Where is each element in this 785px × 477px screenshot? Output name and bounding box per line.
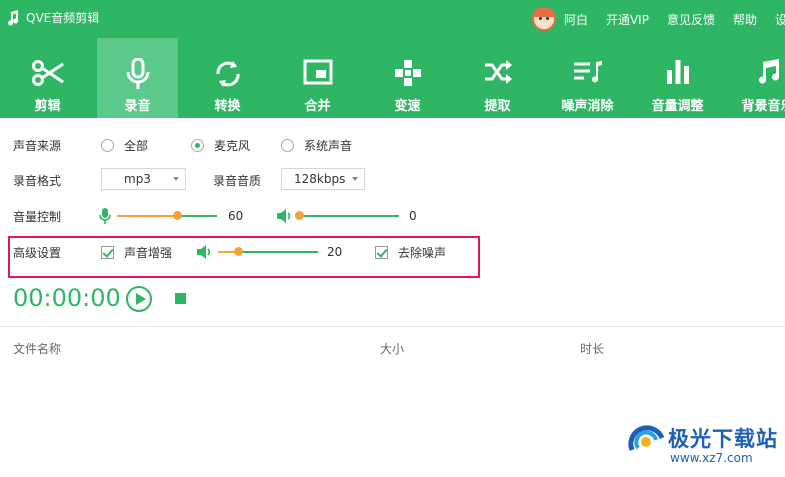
- slider-knob[interactable]: [295, 211, 304, 220]
- slider-fill: [117, 215, 177, 217]
- tool-volume-label: 音量调整: [651, 99, 704, 114]
- tool-denoise-label: 噪声消除: [561, 99, 614, 114]
- stop-button[interactable]: [175, 293, 186, 304]
- tool-record[interactable]: 录音: [97, 38, 178, 118]
- radio-all-dot[interactable]: [101, 138, 114, 152]
- enhance-checkbox[interactable]: 声音增强: [101, 244, 172, 261]
- tool-merge[interactable]: 合并: [277, 38, 358, 118]
- radio-all[interactable]: 全部: [101, 137, 148, 154]
- slider-track: [299, 215, 399, 217]
- tool-speed[interactable]: 变速: [367, 38, 448, 118]
- enhance-checkbox-box[interactable]: [101, 245, 114, 259]
- volume-label: 音量控制: [13, 209, 62, 224]
- volume-bars-icon: [666, 60, 689, 84]
- username-link[interactable]: 阿白: [564, 11, 588, 28]
- vip-link[interactable]: 开通VIP: [606, 11, 649, 28]
- tool-bgm[interactable]: 背景音乐: [727, 38, 785, 118]
- advanced-label: 高级设置: [13, 245, 62, 260]
- quality-select-value: 128kbps: [294, 172, 346, 186]
- tool-extract[interactable]: 提取: [457, 38, 538, 118]
- format-label: 录音格式: [13, 173, 62, 188]
- settings-link[interactable]: 设: [775, 11, 785, 28]
- slider-knob[interactable]: [173, 211, 182, 220]
- enhance-volume-slider[interactable]: [218, 245, 318, 259]
- column-header-size[interactable]: 大小: [380, 340, 404, 357]
- app-title-text: QVE音频剪辑: [26, 11, 100, 25]
- tool-speed-label: 变速: [394, 99, 421, 114]
- tool-denoise[interactable]: 噪声消除: [547, 38, 628, 118]
- format-row: 录音格式 mp3 录音音质 128kbps: [0, 168, 785, 192]
- radio-system[interactable]: 系统声音: [281, 137, 352, 154]
- radio-microphone[interactable]: 麦克风: [191, 137, 250, 154]
- radio-system-label: 系统声音: [304, 138, 353, 153]
- column-header-duration[interactable]: 时长: [580, 340, 604, 357]
- merge-window-icon: [303, 59, 332, 85]
- tool-cut[interactable]: 剪辑: [7, 38, 88, 118]
- microphone-icon: [126, 58, 149, 89]
- top-right-menu: 阿白 开通VIP 意见反馈 帮助 设: [531, 6, 785, 32]
- speaker-icon: [197, 245, 211, 259]
- quality-select[interactable]: 128kbps: [281, 168, 365, 190]
- watermark-logo-icon: [628, 425, 665, 451]
- denoise-checkbox-label: 去除噪声: [398, 245, 447, 260]
- tool-merge-label: 合并: [304, 99, 331, 114]
- denoise-checkbox-box[interactable]: [375, 245, 388, 259]
- table-divider: [0, 326, 785, 327]
- source-row: 声音来源 全部 麦克风 系统声音: [0, 133, 785, 157]
- column-header-filename[interactable]: 文件名称: [13, 340, 61, 357]
- system-volume-value: 0: [409, 209, 417, 223]
- main-toolbar: 剪辑 录音 转换 合并 变速 提取 噪声消除 音量调整 背景音: [0, 38, 785, 118]
- feedback-link[interactable]: 意见反馈: [667, 11, 715, 28]
- avatar[interactable]: [531, 7, 556, 31]
- noise-music-icon: [573, 61, 602, 83]
- play-button[interactable]: [126, 286, 152, 312]
- enhance-checkbox-label: 声音增强: [124, 245, 173, 260]
- speaker-icon: [277, 209, 291, 223]
- denoise-checkbox[interactable]: 去除噪声: [375, 244, 446, 261]
- mic-volume-value: 60: [228, 209, 244, 223]
- tool-convert[interactable]: 转换: [187, 38, 268, 118]
- tool-volume[interactable]: 音量调整: [637, 38, 718, 118]
- slider-knob[interactable]: [234, 247, 243, 256]
- title-bar: QVE音频剪辑 阿白 开通VIP 意见反馈 帮助 设: [0, 0, 785, 36]
- radio-microphone-dot[interactable]: [191, 138, 204, 152]
- header: QVE音频剪辑 阿白 开通VIP 意见反馈 帮助 设 剪辑 录音 转换 合并 变…: [0, 0, 785, 118]
- quality-label: 录音音质: [213, 173, 262, 188]
- format-select-value: mp3: [124, 172, 151, 186]
- tool-bgm-label: 背景音乐: [741, 99, 785, 114]
- watermark-url: www.xz7.com: [670, 451, 753, 465]
- music-note-icon: [758, 59, 779, 84]
- speed-cross-icon: [394, 60, 421, 86]
- microphone-icon: [99, 208, 111, 224]
- enhance-volume-value: 20: [327, 245, 343, 259]
- tool-cut-label: 剪辑: [34, 99, 61, 114]
- tool-extract-label: 提取: [484, 99, 511, 114]
- advanced-row: 高级设置 声音增强 20 去除噪声: [0, 240, 785, 264]
- radio-system-dot[interactable]: [281, 138, 294, 152]
- format-select[interactable]: mp3: [101, 168, 186, 190]
- volume-row: 音量控制 60 0: [0, 204, 785, 228]
- chevron-down-icon: [173, 177, 179, 181]
- radio-all-label: 全部: [124, 138, 149, 153]
- mic-volume-slider[interactable]: [117, 209, 217, 223]
- record-timer: 00:00:00: [13, 284, 121, 312]
- help-link[interactable]: 帮助: [733, 11, 757, 28]
- watermark: 极光下载站 www.xz7.com: [622, 418, 782, 474]
- system-volume-slider[interactable]: [295, 209, 399, 223]
- source-label: 声音来源: [13, 138, 62, 153]
- radio-microphone-label: 麦克风: [214, 138, 251, 153]
- tool-record-label: 录音: [124, 99, 151, 114]
- app-logo-icon: [8, 9, 19, 26]
- tool-convert-label: 转换: [214, 99, 241, 114]
- app-window: QVE音频剪辑 阿白 开通VIP 意见反馈 帮助 设 剪辑 录音 转换 合并 变…: [0, 0, 785, 477]
- convert-arrows-icon: [215, 61, 240, 87]
- shuffle-icon: [484, 60, 512, 84]
- watermark-name: 极光下载站: [668, 427, 778, 451]
- chevron-down-icon: [352, 177, 358, 181]
- app-title: QVE音频剪辑: [6, 9, 99, 26]
- scissors-icon: [31, 60, 64, 86]
